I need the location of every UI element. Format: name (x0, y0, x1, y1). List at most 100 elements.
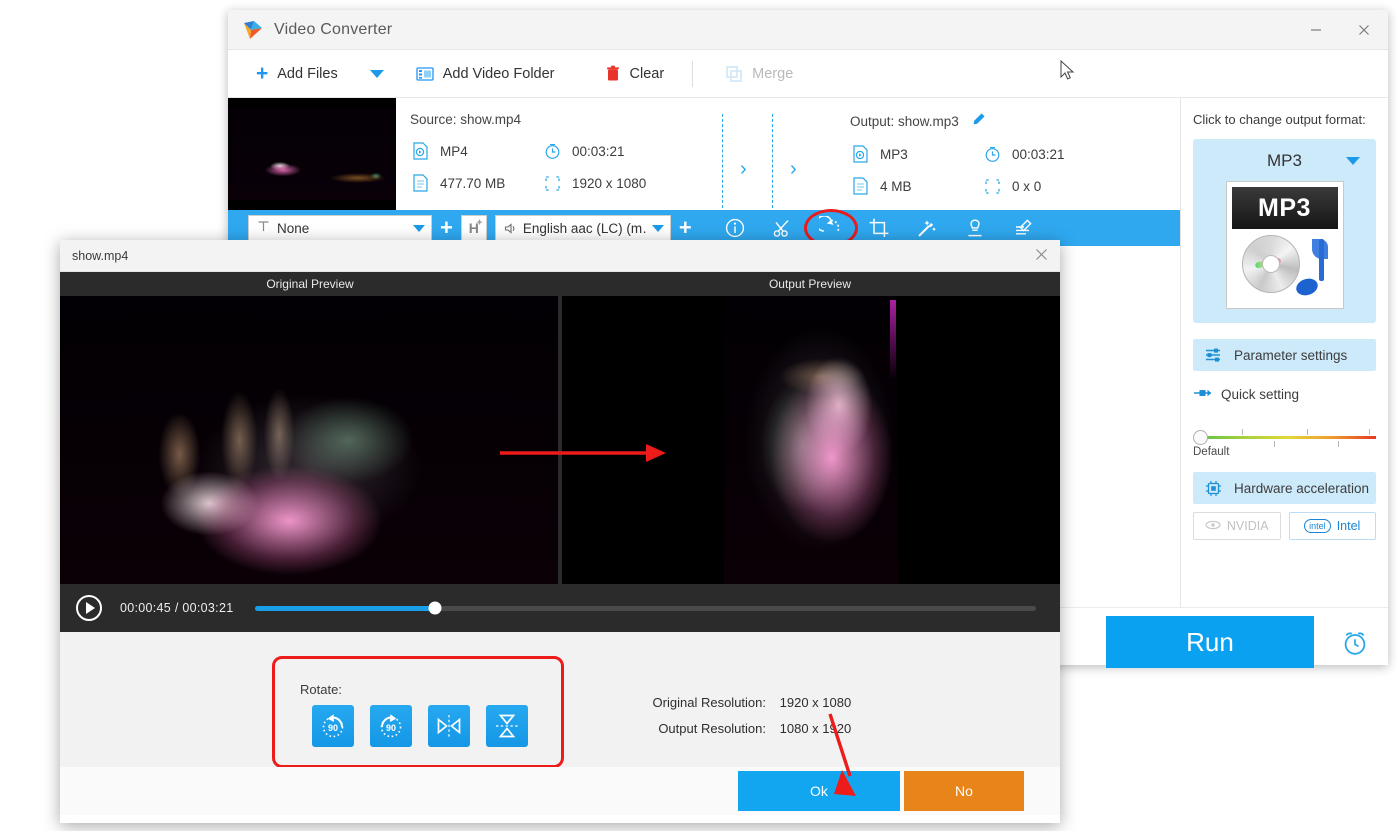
rotate-dialog-body: Rotate: 90 90 Original Resolution: 1920 … (60, 632, 1060, 815)
merge-icon (725, 65, 743, 83)
source-size-value: 477.70 MB (440, 175, 506, 191)
flip-horizontal-button[interactable] (428, 705, 470, 747)
source-info: Source: show.mp4 MP4 00:03:21 477.70 MB … (396, 112, 708, 210)
effect-icon[interactable] (914, 215, 940, 241)
speaker-icon (504, 222, 519, 235)
rotate-dialog-title: show.mp4 (72, 248, 129, 263)
scissors-icon[interactable] (770, 215, 796, 241)
edit-output-name-icon[interactable] (971, 112, 986, 130)
output-format-selector[interactable]: MP3 MP3 (1193, 139, 1376, 323)
resolution-info: Original Resolution: 1920 x 1080 Output … (642, 690, 852, 742)
clear-button[interactable]: Clear (595, 57, 675, 91)
quick-setting-row[interactable]: Quick setting (1193, 387, 1376, 402)
chevron-right-icon-1: › (740, 158, 747, 180)
output-preview-label: Output Preview (768, 277, 852, 291)
clock-icon (542, 141, 562, 161)
output-preview-frame (723, 296, 899, 584)
audio-file-icon (850, 144, 870, 164)
chevron-down-icon-audio[interactable] (651, 224, 664, 232)
play-button[interactable] (76, 595, 102, 621)
output-resolution: 0 x 0 (982, 176, 1166, 196)
rotate-left-90-button[interactable]: 90 (312, 705, 354, 747)
add-audio-button[interactable]: + (679, 217, 692, 239)
clock-icon-output (982, 144, 1002, 164)
subtitle-edit-icon[interactable] (1010, 215, 1036, 241)
subtitle-icon (257, 220, 270, 236)
rotate-dialog-footer: Ok No (60, 767, 1060, 815)
trash-icon (605, 65, 621, 82)
minimize-button[interactable] (1292, 10, 1340, 50)
add-files-button[interactable]: + Add Files (246, 57, 348, 91)
sliders-icon (1205, 347, 1222, 363)
merge-label: Merge (752, 65, 794, 82)
subtitle-select[interactable]: None (248, 215, 432, 241)
total-time: 00:03:21 (182, 601, 234, 615)
format-badge: MP3 (1231, 187, 1338, 229)
add-subtitle-button[interactable]: + (440, 217, 453, 239)
add-files-label: Add Files (277, 65, 338, 82)
close-button[interactable] (1340, 10, 1388, 50)
chevron-right-icon-2: › (790, 158, 797, 180)
svg-text:90: 90 (328, 723, 338, 733)
letterbox-bottom (228, 200, 396, 210)
folder-video-icon (416, 66, 434, 82)
rotate-right-90-button[interactable]: 90 (370, 705, 412, 747)
rotate-dialog: show.mp4 Original Preview Output Preview… (60, 240, 1060, 823)
gpu-options: NVIDIA intel Intel (1193, 512, 1376, 540)
parameter-settings-button[interactable]: Parameter settings (1193, 339, 1376, 371)
gpu-nvidia-button[interactable]: NVIDIA (1193, 512, 1281, 540)
chevron-down-icon-subtitle[interactable] (413, 224, 425, 232)
ok-button[interactable]: Ok (738, 771, 900, 811)
output-size: 4 MB (850, 176, 982, 196)
hardware-acceleration-button[interactable]: Hardware acceleration (1193, 472, 1376, 504)
source-format-value: MP4 (440, 143, 468, 159)
seek-bar[interactable] (255, 601, 1036, 615)
rotate-dialog-close-button[interactable] (1035, 248, 1048, 264)
gpu-intel-button[interactable]: intel Intel (1288, 512, 1376, 540)
output-format-value: MP3 (880, 146, 908, 162)
preview-panes (60, 296, 1060, 584)
output-filename-row: Output: show.mp3 (850, 112, 1166, 130)
original-resolution-label: Original Resolution: (652, 695, 766, 710)
rotate-button-group: 90 90 (312, 705, 528, 747)
crop-icon[interactable] (866, 215, 892, 241)
merge-button[interactable]: Merge (715, 57, 803, 91)
chevron-down-icon-format[interactable] (1346, 157, 1360, 165)
run-button[interactable]: Run (1106, 616, 1314, 668)
no-button[interactable]: No (904, 771, 1024, 811)
add-video-folder-button[interactable]: Add Video Folder (406, 57, 565, 91)
source-size: 477.70 MB (410, 173, 542, 193)
add-files-dropdown-caret-icon[interactable] (369, 69, 384, 78)
rotate-dialog-title-bar: show.mp4 (60, 240, 1060, 272)
quality-slider[interactable]: Default (1193, 424, 1376, 462)
chip-icon (1205, 480, 1222, 497)
source-filename: Source: show.mp4 (410, 112, 522, 127)
flip-vertical-button[interactable] (486, 705, 528, 747)
source-duration-value: 00:03:21 (572, 143, 625, 159)
format-artwork (1231, 229, 1338, 301)
audio-track-select[interactable]: English aac (LC) (m… (494, 215, 671, 241)
resolution-icon-output (982, 176, 1002, 196)
watermark-icon[interactable] (962, 215, 988, 241)
svg-text:90: 90 (386, 723, 396, 733)
source-duration: 00:03:21 (542, 141, 708, 161)
quick-setting-icon (1193, 387, 1213, 402)
current-time: 00:00:45 (120, 601, 172, 615)
thumbnail-image (228, 98, 396, 210)
scheduler-alarm-icon[interactable] (1340, 628, 1370, 663)
nvidia-eye-icon (1205, 519, 1221, 533)
quality-slider-knob[interactable] (1193, 430, 1208, 445)
rotate-icon[interactable] (803, 209, 858, 247)
hdr-button[interactable]: H ✦ (460, 215, 487, 241)
source-format: MP4 (410, 141, 542, 161)
document-icon (410, 173, 430, 193)
seek-progress (255, 605, 435, 611)
output-size-value: 4 MB (880, 178, 912, 194)
output-duration: 00:03:21 (982, 144, 1166, 164)
info-icon[interactable] (722, 215, 748, 241)
seek-knob[interactable] (428, 601, 442, 615)
video-thumbnail[interactable] (228, 98, 396, 210)
format-thumbnail: MP3 (1225, 181, 1344, 309)
original-preview-frame (60, 296, 558, 584)
intel-badge: intel (1304, 519, 1331, 533)
